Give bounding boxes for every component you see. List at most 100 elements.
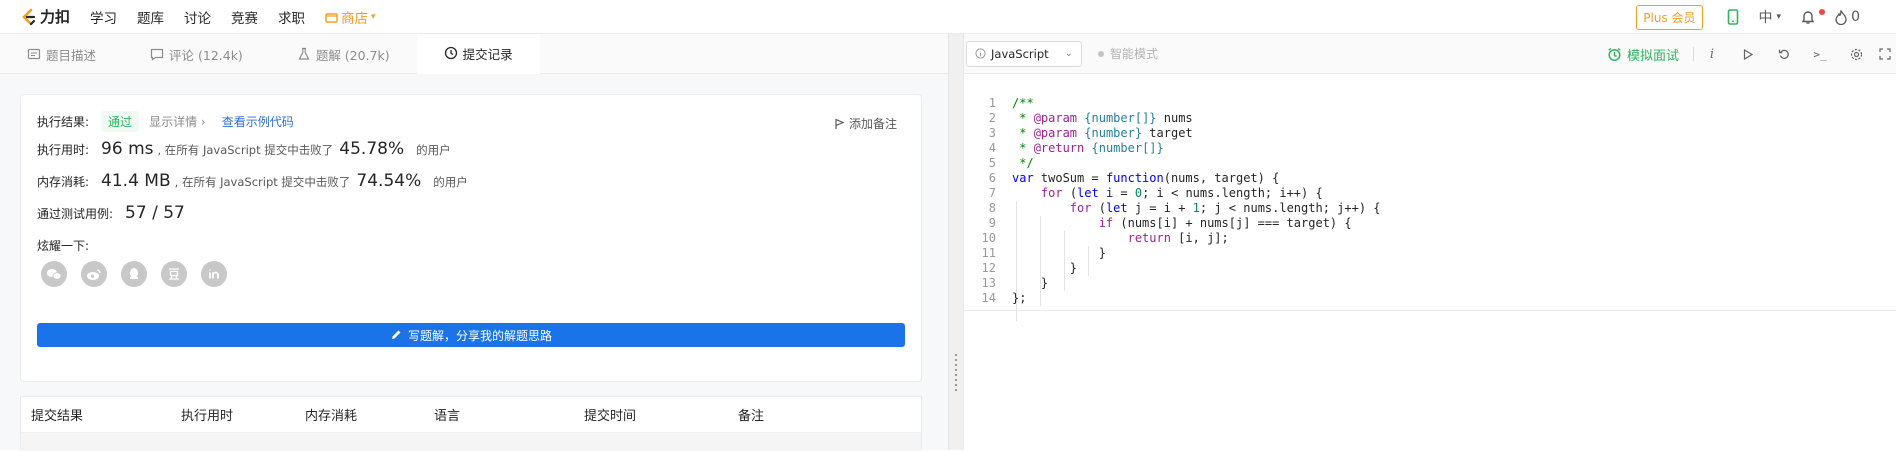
flame-icon xyxy=(1835,9,1847,25)
linkedin-icon[interactable] xyxy=(201,261,227,287)
smart-mode-toggle[interactable]: 智能模式 xyxy=(1098,45,1158,62)
problem-tabs: 题目描述 评论 (12.4k) 题解 (20.7k) 提交记录 xyxy=(0,34,948,74)
nav-problemset[interactable]: 题库 xyxy=(137,7,164,27)
settings-gear-icon[interactable] xyxy=(1838,48,1874,61)
memory-users: 的用户 xyxy=(433,175,468,189)
smart-mode-dot xyxy=(1098,50,1104,57)
tab-solutions[interactable]: 题解 (20.7k) xyxy=(270,34,417,74)
nav-discuss[interactable]: 讨论 xyxy=(184,7,211,27)
runtime-percentile: 45.78% xyxy=(339,139,405,159)
share-label-row: 炫耀一下: xyxy=(37,237,89,254)
tab-comments[interactable]: 评论 (12.4k) xyxy=(123,34,270,74)
alarm-clock-icon xyxy=(1608,47,1621,61)
testcases-value: 57 / 57 xyxy=(125,203,185,223)
tab-solutions-label: 题解 (20.7k) xyxy=(315,47,390,63)
runtime-users: 的用户 xyxy=(416,143,451,157)
chevron-down-icon: ▾ xyxy=(1776,12,1782,22)
flask-icon xyxy=(298,47,310,60)
pencil-icon xyxy=(391,330,401,339)
fullscreen-icon[interactable] xyxy=(1874,48,1896,60)
mock-interview-button[interactable]: 模拟面试 xyxy=(1607,45,1679,64)
language-select-value: JavaScript xyxy=(991,46,1049,61)
shop-icon xyxy=(325,12,338,23)
col-notes: 备注 xyxy=(738,409,765,424)
memory-label: 内存消耗: xyxy=(37,175,90,189)
points-value: 0 xyxy=(1851,9,1860,25)
testcases-label: 通过测试用例: xyxy=(37,207,114,221)
console-icon[interactable]: >_ xyxy=(1802,48,1838,61)
mobile-app-icon[interactable] xyxy=(1727,9,1739,25)
language-switch[interactable]: 中 ▾ xyxy=(1759,7,1782,27)
memory-row: 内存消耗: 41.4 MB , 在所有 JavaScript 提交中击败了 74… xyxy=(37,171,468,191)
tab-comments-label: 评论 (12.4k) xyxy=(169,47,243,63)
logo-text: 力扣 xyxy=(40,8,71,26)
top-navigation-bar: 力扣 学习 题库 讨论 竞赛 求职 商店 ▾ Plus 会员 中 ▾ 0 xyxy=(0,0,1896,34)
submissions-table: 提交结果 执行用时 内存消耗 语言 提交时间 备注 xyxy=(20,396,922,451)
status-label: 执行结果: xyxy=(37,115,90,129)
tab-submissions[interactable]: 提交记录 xyxy=(416,34,540,74)
description-icon xyxy=(27,48,41,60)
comment-icon xyxy=(150,48,164,61)
douban-icon[interactable] xyxy=(161,261,187,287)
share-buttons xyxy=(41,261,227,287)
notification-dot xyxy=(1819,8,1826,15)
tab-submissions-label: 提交记录 xyxy=(462,46,513,62)
col-runtime: 执行用时 xyxy=(181,409,234,424)
language-select[interactable]: JavaScript ⌄ xyxy=(966,40,1082,67)
chevron-down-icon: ▾ xyxy=(371,11,376,22)
status-badge: 通过 xyxy=(101,111,140,132)
table-row xyxy=(21,433,921,451)
leetcode-logo-icon xyxy=(22,8,36,25)
reset-icon[interactable] xyxy=(1766,48,1802,60)
share-label: 炫耀一下: xyxy=(37,239,90,253)
col-language: 语言 xyxy=(434,409,461,424)
col-submit-time: 提交时间 xyxy=(584,409,637,424)
clock-icon xyxy=(444,46,457,60)
pane-splitter[interactable] xyxy=(948,34,964,450)
add-note-label: 添加备注 xyxy=(848,117,897,131)
nav-shop-label: 商店 xyxy=(341,10,369,27)
show-details-link[interactable]: 显示详情 › xyxy=(149,113,206,130)
mock-interview-label: 模拟面试 xyxy=(1626,48,1679,64)
col-result: 提交结果 xyxy=(31,409,84,424)
info-italic-icon[interactable]: i xyxy=(1694,47,1730,62)
runtime-row: 执行用时: 96 ms , 在所有 JavaScript 提交中击败了 45.7… xyxy=(37,139,451,159)
code-panel: JavaScript ⌄ 智能模式 模拟面试 i >_ 1 /** 2 * @p… xyxy=(964,34,1896,450)
info-icon xyxy=(975,48,986,59)
status-row: 执行结果: 通过 显示详情 › 查看示例代码 xyxy=(37,111,294,132)
runtime-text: , 在所有 JavaScript 提交中击败了 xyxy=(157,143,334,157)
drag-handle-icon[interactable] xyxy=(955,354,957,394)
editor-toolbar: JavaScript ⌄ 智能模式 模拟面试 i >_ xyxy=(964,34,1896,74)
wechat-icon[interactable] xyxy=(41,261,67,287)
memory-value: 41.4 MB xyxy=(101,171,171,191)
tab-description-label: 题目描述 xyxy=(46,47,97,63)
add-note-button[interactable]: 添加备注 xyxy=(834,115,897,132)
nav-learn[interactable]: 学习 xyxy=(90,7,117,27)
write-solution-label: 写题解，分享我的解题思路 xyxy=(407,328,552,343)
code-editor[interactable]: 1/** 2 * @param {number[]} nums 3 * @par… xyxy=(964,74,1896,321)
run-icon[interactable] xyxy=(1730,48,1766,60)
editor-actions: 模拟面试 i >_ xyxy=(1607,34,1896,74)
problem-panel: 题目描述 评论 (12.4k) 题解 (20.7k) 提交记录 执行结果: 通过… xyxy=(0,34,948,451)
view-example-code-link[interactable]: 查看示例代码 xyxy=(222,113,294,130)
nav-jobs[interactable]: 求职 xyxy=(278,7,305,27)
write-solution-button[interactable]: 写题解，分享我的解题思路 xyxy=(37,323,905,347)
points-indicator[interactable]: 0 xyxy=(1835,9,1860,25)
nav-shop[interactable]: 商店 ▾ xyxy=(325,7,376,27)
leetcode-logo[interactable]: 力扣 xyxy=(18,6,70,27)
tab-description[interactable]: 题目描述 xyxy=(0,34,123,74)
language-switch-label: 中 xyxy=(1758,10,1773,26)
qq-icon[interactable] xyxy=(121,261,147,287)
nav-contest[interactable]: 竞赛 xyxy=(231,7,258,27)
memory-percentile: 74.54% xyxy=(356,171,422,191)
memory-text: , 在所有 JavaScript 提交中击败了 xyxy=(174,175,351,189)
plus-member-button[interactable]: Plus 会员 xyxy=(1636,4,1703,30)
col-memory: 内存消耗 xyxy=(305,409,358,424)
submission-result-card: 执行结果: 通过 显示详情 › 查看示例代码 添加备注 执行用时: 96 ms … xyxy=(20,94,922,382)
weibo-icon[interactable] xyxy=(81,261,107,287)
editor-bottom-border xyxy=(964,310,1896,311)
notification-bell-icon[interactable] xyxy=(1801,8,1826,25)
testcases-row: 通过测试用例: 57 / 57 xyxy=(37,203,189,223)
table-header: 提交结果 执行用时 内存消耗 语言 提交时间 备注 xyxy=(21,397,921,433)
chevron-down-icon: ⌄ xyxy=(1064,48,1073,59)
